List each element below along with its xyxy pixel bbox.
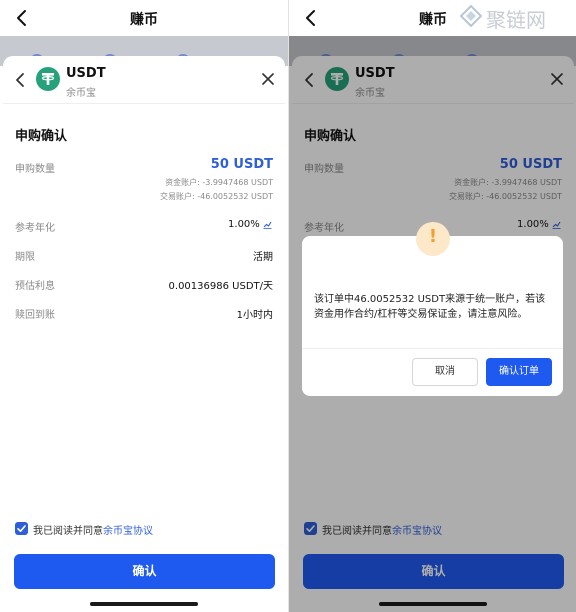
usdt-logo-icon <box>36 67 60 91</box>
amount-label: 申购数量 <box>15 164 55 175</box>
screen-left: 赚币 USDT 余币宝 申购确认 申购数量 50 USDT 资金账户: -3.9… <box>0 0 288 612</box>
top-bar: 赚币 <box>0 0 288 36</box>
redeem-label: 赎回到账 <box>15 310 55 321</box>
agree-checkbox[interactable] <box>15 522 28 535</box>
section-title: 申购确认 <box>15 129 68 144</box>
watermark-text: 聚链网 <box>486 8 546 32</box>
apr-label: 参考年化 <box>15 223 55 234</box>
apr-value: 1.00% <box>228 219 260 230</box>
coin-name: USDT <box>66 66 106 81</box>
dialog-divider <box>302 348 563 349</box>
funding-account-line: 资金账户: -3.9947468 USDT <box>165 178 273 187</box>
confirm-button[interactable]: 确认 <box>14 554 275 589</box>
trend-chart-icon[interactable] <box>263 220 272 229</box>
warning-mark: ! <box>428 226 438 247</box>
dialog-message: 该订单中46.0052532 USDT来源于统一账户，若该资金用作合约/杠杆等交… <box>314 294 546 320</box>
cancel-button[interactable]: 取消 <box>412 358 478 386</box>
back-icon[interactable] <box>301 6 321 30</box>
warning-icon: ! <box>416 222 450 256</box>
agreement-text: 我已阅读并同意余币宝协议 <box>33 522 153 537</box>
term-label: 期限 <box>15 252 35 263</box>
interest-value: 0.00136986 USDT/天 <box>168 281 273 292</box>
trading-account-line: 交易账户: -46.0052532 USDT <box>160 192 273 201</box>
agreement-label: 我已阅读并同意 <box>33 526 103 537</box>
sheet-header: USDT 余币宝 <box>3 56 285 104</box>
close-icon[interactable] <box>261 72 275 86</box>
coin-product: 余币宝 <box>66 88 96 99</box>
interest-label: 预估利息 <box>15 281 55 292</box>
checkmark-icon <box>17 525 26 532</box>
watermark: 聚链网 <box>458 2 576 32</box>
subscription-sheet: USDT 余币宝 申购确认 申购数量 50 USDT 资金账户: -3.9947… <box>3 56 285 606</box>
term-value: 活期 <box>253 252 273 263</box>
sheet-back-icon[interactable] <box>13 70 27 90</box>
risk-warning-dialog: ! 该订单中46.0052532 USDT来源于统一账户，若该资金用作合约/杠杆… <box>302 222 563 396</box>
watermark-logo-icon <box>460 5 482 27</box>
amount-value: 50 USDT <box>210 157 273 172</box>
home-indicator <box>90 602 198 606</box>
redeem-value: 1小时内 <box>236 310 273 321</box>
confirm-order-button[interactable]: 确认订单 <box>486 358 552 386</box>
page-title: 赚币 <box>130 12 158 28</box>
apr-row: 1.00% <box>228 219 272 230</box>
screen-right: 赚币 USDT 余币宝 申购确认 申购数量 50 USDT 资金账户: -3.9… <box>288 0 576 612</box>
agreement-link[interactable]: 余币宝协议 <box>103 526 153 537</box>
